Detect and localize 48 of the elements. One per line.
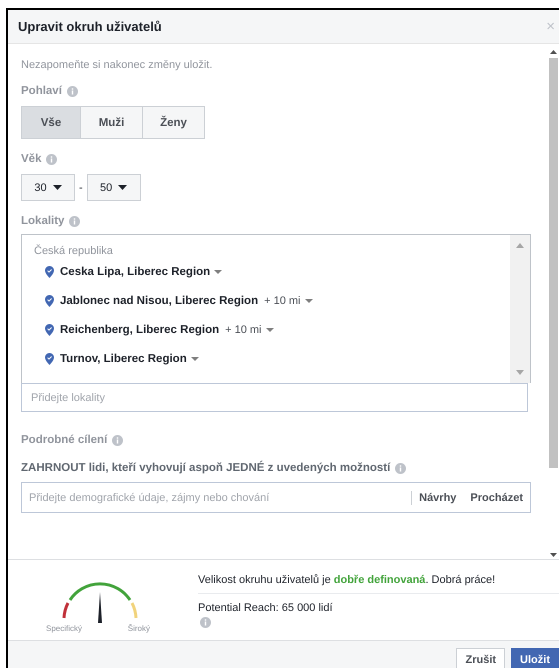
info-icon: [66, 86, 78, 96]
reminder-text: Nezapomeňte si nakonec změny uložit.: [21, 59, 214, 71]
location-name: Jablonec nad Nisou, Liberec Region: [60, 294, 258, 306]
info-icon: [46, 154, 58, 164]
caret-icon[interactable]: [304, 298, 312, 302]
window-title: Upravit okruh uživatelů: [18, 19, 162, 34]
location-name: Reichenberg, Liberec Region: [60, 324, 220, 336]
caret-icon[interactable]: [214, 270, 222, 274]
country-label: Česká republika: [34, 245, 114, 257]
location-pin-icon: [45, 324, 54, 336]
scroll-up-icon[interactable]: [550, 50, 557, 54]
caret-icon[interactable]: [190, 356, 199, 360]
potential-reach-text: Potential Reach: 65 000 lidí: [198, 602, 334, 614]
location-name: Turnov, Liberec Region: [60, 352, 187, 364]
info-icon: [112, 434, 124, 446]
info-icon: [69, 216, 80, 226]
save-button[interactable]: Uložit: [511, 648, 559, 668]
location-pin-icon: [45, 266, 54, 278]
suggestions-link[interactable]: Návrhy: [412, 492, 464, 504]
gender-tab[interactable]: Muži: [81, 106, 143, 139]
audience-definition-text: Velikost okruhu uživatelů je dobře definovaná. Dobrá práce!: [198, 574, 559, 594]
age-dropdown[interactable]: 30: [21, 174, 75, 201]
location-pin-icon: [45, 352, 54, 364]
gauge-label: Specifický: [46, 624, 82, 633]
gender-tab[interactable]: Vše: [21, 106, 81, 139]
gender-tab[interactable]: Ženy: [143, 106, 205, 139]
age-dropdown[interactable]: 50: [86, 174, 141, 201]
caret-icon: [118, 185, 128, 190]
cancel-button[interactable]: Zrušit: [456, 648, 506, 668]
range-separator: -: [79, 182, 83, 194]
section-label: Pohlaví: [21, 85, 62, 97]
location-name: Ceska Lipa, Liberec Region: [60, 266, 210, 278]
info-icon: [395, 462, 406, 474]
section-label: Lokality: [21, 215, 64, 227]
radius-text: + 10 mi: [225, 324, 262, 336]
location-pin-icon: [45, 294, 54, 306]
info-icon: [200, 617, 211, 628]
caret-icon[interactable]: [266, 328, 274, 332]
section-label: Věk: [21, 153, 42, 165]
location-input[interactable]: Přidejte lokality: [21, 383, 528, 412]
include-label: ZAHRNOUT lidi, kteří vyhovují aspoň JEDNÉ z uvedených možností: [21, 462, 390, 474]
scroll-down-icon[interactable]: [550, 553, 557, 557]
gauge-label: Široký: [128, 624, 150, 633]
section-label: Podrobné cílení: [21, 434, 108, 446]
caret-icon: [52, 185, 62, 190]
browse-link[interactable]: Procházet: [463, 492, 530, 504]
targeting-field[interactable]: Přidejte demografické údaje, zájmy nebo chování Návrhy Procházet: [21, 482, 531, 513]
radius-text: + 10 mi: [264, 294, 300, 306]
